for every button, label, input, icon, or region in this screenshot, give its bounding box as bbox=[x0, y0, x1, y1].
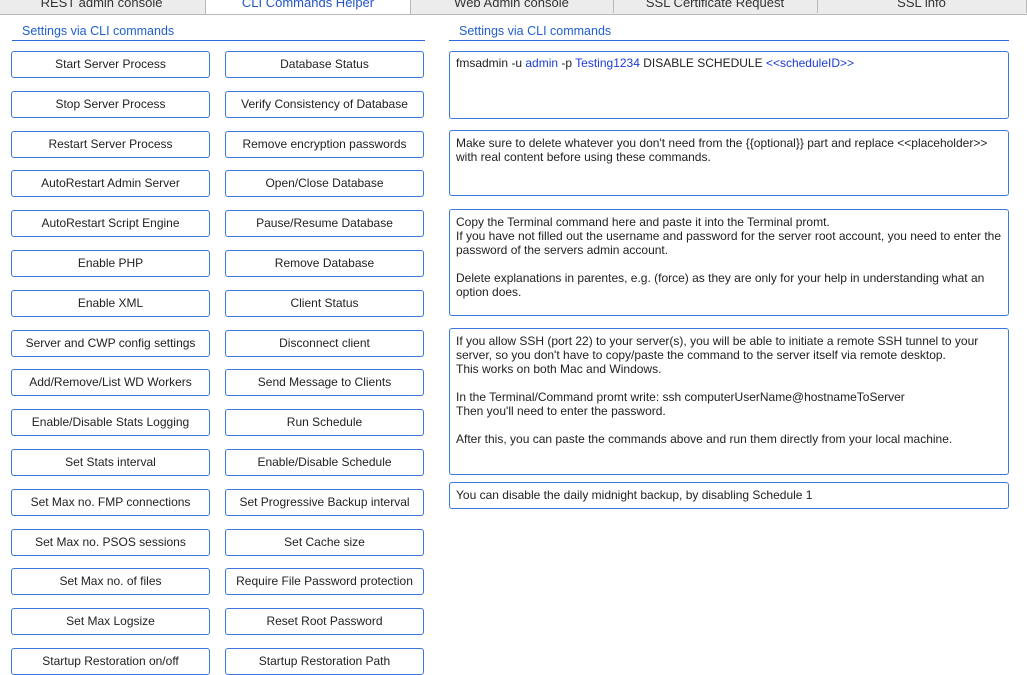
client-status-button[interactable]: Client Status bbox=[225, 289, 424, 317]
tab-rest-admin-console[interactable]: REST admin console bbox=[0, 0, 206, 13]
note-midnight-backup: You can disable the daily midnight backu… bbox=[449, 482, 1009, 509]
right-section-title: Settings via CLI commands bbox=[449, 21, 1009, 41]
note1-line: with real content before using these com… bbox=[456, 150, 711, 164]
set-cache-size-button[interactable]: Set Cache size bbox=[225, 528, 424, 556]
set-progressive-backup-interval-button[interactable]: Set Progressive Backup interval bbox=[225, 488, 424, 516]
note2-line: password of the servers admin account. bbox=[456, 243, 669, 257]
note2-line: option does. bbox=[456, 285, 522, 299]
restart-server-process-button[interactable]: Restart Server Process bbox=[11, 130, 210, 158]
startup-restoration-path-button[interactable]: Startup Restoration Path bbox=[225, 648, 424, 675]
command-text-part2: -p bbox=[558, 56, 576, 70]
set-max-no-fmp-connections-button[interactable]: Set Max no. FMP connections bbox=[11, 488, 210, 516]
note2-line: If you have not filled out the username … bbox=[456, 229, 1001, 243]
note2-line: Delete explanations in parentes, e.g. (f… bbox=[456, 271, 985, 285]
require-file-password-protection-button[interactable]: Require File Password protection bbox=[225, 568, 424, 596]
add-remove-list-wd-workers-button[interactable]: Add/Remove/List WD Workers bbox=[11, 369, 210, 397]
command-text-part1: fmsadmin -u bbox=[456, 56, 526, 70]
note-ssh-instructions: If you allow SSH (port 22) to your serve… bbox=[449, 328, 1009, 475]
note-terminal-instructions: Copy the Terminal command here and paste… bbox=[449, 209, 1009, 316]
note3-line: server, so you don't have to copy/paste … bbox=[456, 348, 946, 362]
note3-line: If you allow SSH (port 22) to your serve… bbox=[456, 334, 979, 348]
note2-line bbox=[456, 257, 1002, 271]
set-stats-interval-button[interactable]: Set Stats interval bbox=[11, 449, 210, 476]
open-close-database-button[interactable]: Open/Close Database bbox=[225, 170, 424, 198]
command-text-part3: DISABLE SCHEDULE bbox=[639, 56, 766, 70]
remove-encryption-passwords-button[interactable]: Remove encryption passwords bbox=[225, 130, 424, 158]
send-message-to-clients-button[interactable]: Send Message to Clients bbox=[225, 369, 424, 397]
database-status-button[interactable]: Database Status bbox=[225, 51, 424, 78]
autorestart-admin-server-button[interactable]: AutoRestart Admin Server bbox=[11, 170, 210, 198]
set-max-no-psos-sessions-button[interactable]: Set Max no. PSOS sessions bbox=[11, 528, 210, 556]
startup-restoration-on-off-button[interactable]: Startup Restoration on/off bbox=[11, 648, 210, 675]
enable-php-button[interactable]: Enable PHP bbox=[11, 250, 210, 277]
note3-line bbox=[456, 376, 1002, 390]
verify-consistency-of-database-button[interactable]: Verify Consistency of Database bbox=[225, 90, 424, 118]
tab-bar: REST admin console CLI Commands Helper W… bbox=[0, 0, 1027, 15]
command-username: admin bbox=[525, 56, 559, 70]
remove-database-button[interactable]: Remove Database bbox=[225, 250, 424, 277]
command-output-field[interactable]: fmsadmin -u admin -p Testing1234 DISABLE… bbox=[449, 51, 1009, 119]
enable-xml-button[interactable]: Enable XML bbox=[11, 289, 210, 317]
set-max-no-of-files-button[interactable]: Set Max no. of files bbox=[11, 568, 210, 596]
tab-cli-commands-helper[interactable]: CLI Commands Helper bbox=[205, 0, 411, 14]
command-password: Testing1234 bbox=[575, 56, 640, 70]
reset-root-password-button[interactable]: Reset Root Password bbox=[225, 608, 424, 636]
command-placeholder: <<scheduleID>> bbox=[765, 56, 855, 70]
note3-line: In the Terminal/Command promt write: ssh… bbox=[456, 390, 905, 404]
autorestart-script-engine-button[interactable]: AutoRestart Script Engine bbox=[11, 210, 210, 238]
disconnect-client-button[interactable]: Disconnect client bbox=[225, 329, 424, 357]
enable-disable-stats-logging-button[interactable]: Enable/Disable Stats Logging bbox=[11, 409, 210, 437]
note1-line: Make sure to delete whatever you don't n… bbox=[456, 136, 988, 150]
tab-web-admin-console[interactable]: Web Admin console bbox=[410, 0, 614, 13]
set-max-logsize-button[interactable]: Set Max Logsize bbox=[11, 608, 210, 636]
note3-line: After this, you can paste the commands a… bbox=[456, 432, 953, 446]
note3-line bbox=[456, 418, 1002, 432]
note4-line: You can disable the daily midnight backu… bbox=[456, 488, 813, 502]
start-server-process-button[interactable]: Start Server Process bbox=[11, 51, 210, 78]
server-and-cwp-config-settings-button[interactable]: Server and CWP config settings bbox=[11, 329, 210, 357]
left-section-title: Settings via CLI commands bbox=[12, 21, 425, 41]
pause-resume-database-button[interactable]: Pause/Resume Database bbox=[225, 210, 424, 238]
note-placeholder-instructions: Make sure to delete whatever you don't n… bbox=[449, 130, 1009, 196]
note2-line: Copy the Terminal command here and paste… bbox=[456, 215, 830, 229]
tab-ssl-certificate-request[interactable]: SSL Certificate Request bbox=[613, 0, 818, 13]
note3-line: Then you'll need to enter the password. bbox=[456, 404, 666, 418]
stop-server-process-button[interactable]: Stop Server Process bbox=[11, 90, 210, 118]
run-schedule-button[interactable]: Run Schedule bbox=[225, 409, 424, 437]
note3-line: This works on both Mac and Windows. bbox=[456, 362, 662, 376]
tab-ssl-info[interactable]: SSL info bbox=[817, 0, 1027, 13]
enable-disable-schedule-button[interactable]: Enable/Disable Schedule bbox=[225, 449, 424, 476]
